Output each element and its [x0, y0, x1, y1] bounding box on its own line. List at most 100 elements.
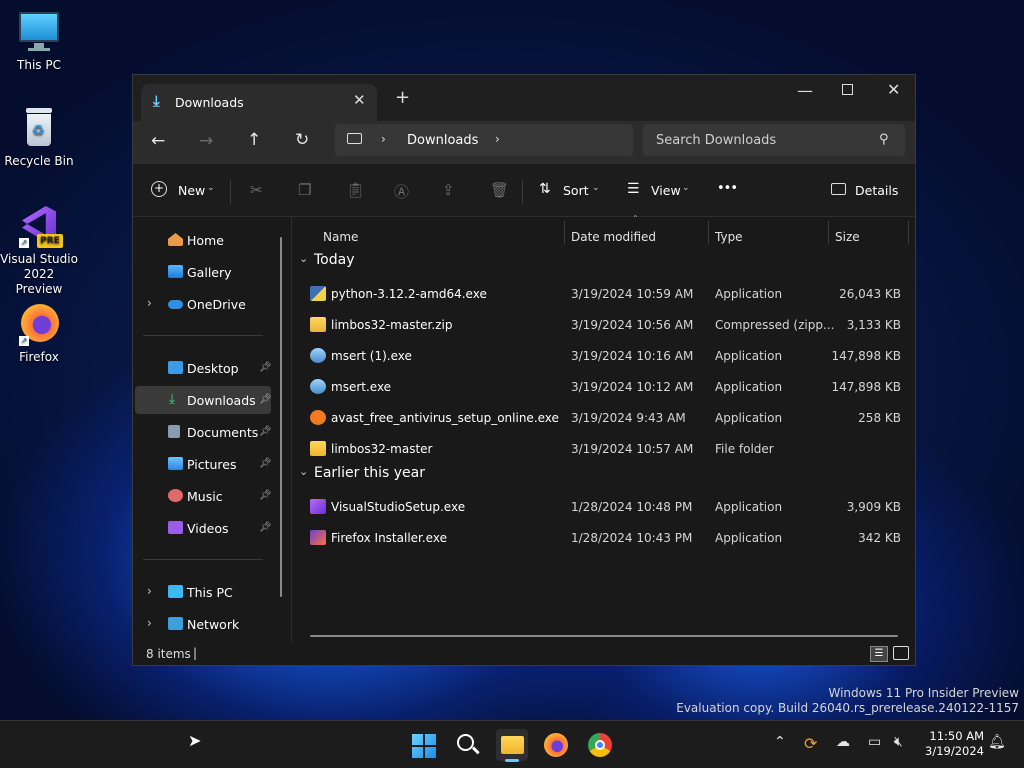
close-window-button[interactable]: ✕: [887, 80, 900, 99]
forward-arrow-icon[interactable]: →: [199, 131, 213, 151]
pin-icon[interactable]: 📌︎: [259, 394, 272, 405]
file-explorer-button[interactable]: [496, 729, 528, 762]
volume-muted-icon[interactable]: 🔇︎: [894, 734, 903, 750]
copy-icon[interactable]: ❐: [298, 181, 311, 199]
home-icon: [168, 233, 183, 246]
nav-scrollbar[interactable]: [280, 237, 282, 597]
pin-icon[interactable]: 📌︎: [259, 362, 272, 373]
nav-item-videos[interactable]: Videos 📌︎: [135, 514, 272, 542]
column-header-type[interactable]: Type: [715, 230, 743, 244]
firefox-taskbar-button[interactable]: [540, 729, 572, 761]
nav-item-downloads[interactable]: ⤓ Downloads 📌︎: [135, 386, 272, 414]
group-header-today[interactable]: ⌄ Today: [292, 251, 592, 271]
nav-item-documents[interactable]: Documents 📌︎: [135, 418, 272, 446]
file-row[interactable]: msert.exe 3/19/2024 10:12 AM Application 14…: [292, 372, 915, 402]
search-button[interactable]: [452, 729, 484, 761]
file-row[interactable]: python-3.12.2-amd64.exe 3/19/2024 10:59 A…: [292, 279, 915, 309]
chevron-down-icon: ⌄: [592, 183, 600, 193]
group-header-earlier[interactable]: ⌄ Earlier this year: [292, 464, 592, 484]
rename-icon[interactable]: Ⓐ: [394, 181, 409, 202]
sort-button[interactable]: ⇅ Sort ⌄: [539, 181, 609, 201]
tiles-view-icon[interactable]: [893, 646, 909, 660]
back-arrow-icon[interactable]: ←: [151, 131, 165, 151]
up-arrow-icon[interactable]: ↑: [247, 130, 261, 150]
clock[interactable]: 11:50 AM 3/19/2024: [922, 729, 984, 759]
chrome-taskbar-button[interactable]: [584, 729, 616, 761]
expand-chevron-icon[interactable]: ›: [147, 616, 152, 630]
delete-icon[interactable]: 🗑︎: [490, 181, 509, 199]
pin-icon[interactable]: 📌︎: [259, 426, 272, 437]
update-sync-icon[interactable]: ⟳: [804, 734, 817, 753]
chevron-right-icon[interactable]: ›: [495, 132, 500, 146]
show-hidden-icons-chevron-icon[interactable]: ⌃: [774, 734, 786, 750]
search-input[interactable]: Search Downloads: [656, 133, 776, 148]
details-pane-button[interactable]: Details: [831, 181, 901, 201]
file-size: 3,909 KB: [846, 500, 901, 514]
minimize-button[interactable]: —: [797, 81, 813, 100]
column-header-date[interactable]: Date modified: [571, 230, 656, 244]
file-row[interactable]: limbos32-master.zip 3/19/2024 10:56 AM Com…: [292, 310, 915, 340]
column-header-size[interactable]: Size: [835, 230, 860, 244]
plus-circle-icon: +: [151, 181, 167, 197]
file-date: 3/19/2024 10:57 AM: [571, 442, 694, 456]
expand-chevron-icon[interactable]: ›: [147, 584, 152, 598]
download-arrow-icon: ⤓: [153, 92, 160, 110]
file-row[interactable]: VisualStudioSetup.exe 1/28/2024 10:48 PM A…: [292, 492, 915, 522]
file-date: 3/19/2024 10:16 AM: [571, 349, 694, 363]
cut-icon[interactable]: ✂: [250, 181, 263, 199]
search-box[interactable]: Search Downloads ⚲: [643, 124, 905, 156]
nav-item-onedrive[interactable]: › OneDrive: [135, 290, 271, 318]
expand-chevron-icon[interactable]: ›: [147, 296, 152, 310]
tab-title: Downloads: [175, 95, 244, 110]
paste-icon[interactable]: 📋︎: [346, 181, 365, 199]
details-view-icon[interactable]: ☰: [870, 646, 888, 662]
file-row[interactable]: Firefox Installer.exe 1/28/2024 10:43 PM A…: [292, 523, 915, 553]
file-row[interactable]: avast_free_antivirus_setup_online.exe 3/1…: [292, 403, 915, 433]
folder-icon: [310, 441, 326, 456]
notification-bell-icon[interactable]: 🔔︎: [988, 734, 1006, 750]
network-status-icon[interactable]: ▭: [868, 734, 881, 750]
nav-item-pictures[interactable]: Pictures 📌︎: [135, 450, 272, 478]
horizontal-scrollbar[interactable]: [310, 635, 898, 637]
nav-item-music[interactable]: Music 📌︎: [135, 482, 272, 510]
file-date: 1/28/2024 10:43 PM: [571, 531, 693, 545]
msert-icon: [310, 379, 326, 394]
file-row[interactable]: limbos32-master 3/19/2024 10:57 AM File fo…: [292, 434, 915, 464]
nav-item-home[interactable]: Home: [135, 226, 271, 254]
column-header-name[interactable]: Name: [323, 230, 358, 244]
tab-downloads[interactable]: ⤓ Downloads ✕: [141, 84, 377, 121]
cloud-offline-icon[interactable]: ☁: [836, 734, 850, 750]
search-icon[interactable]: ⚲: [879, 132, 889, 147]
more-options-button[interactable]: •••: [717, 181, 738, 196]
new-tab-button[interactable]: +: [395, 87, 410, 108]
title-bar[interactable]: ⤓ Downloads ✕ + — ✕: [133, 75, 915, 121]
refresh-icon[interactable]: ↻: [295, 130, 309, 150]
nav-item-gallery[interactable]: Gallery: [135, 258, 271, 286]
desktop-icon-recycle-bin[interactable]: ♻ Recycle Bin: [0, 106, 78, 168]
maximize-button[interactable]: [842, 84, 853, 95]
desktop-icon-firefox[interactable]: ↗ Firefox: [0, 302, 78, 364]
view-list-icon: ☰: [627, 181, 640, 197]
details-label: Details: [855, 183, 899, 198]
close-tab-icon[interactable]: ✕: [353, 91, 366, 109]
file-row[interactable]: msert (1).exe 3/19/2024 10:16 AM Applicati…: [292, 341, 915, 371]
pin-icon[interactable]: 📌︎: [259, 458, 272, 469]
file-size: 26,043 KB: [839, 287, 901, 301]
firefox-icon: ↗: [17, 302, 61, 346]
nav-item-network[interactable]: › Network: [135, 610, 271, 638]
desktop-icon-visual-studio[interactable]: PRE ↗ Visual Studio 2022 Preview: [0, 204, 78, 297]
watermark-edition: Windows 11 Pro Insider Preview: [828, 686, 1019, 700]
start-button[interactable]: [408, 729, 440, 761]
file-type: File folder: [715, 442, 774, 456]
breadcrumb-downloads[interactable]: Downloads: [407, 133, 478, 148]
nav-item-this-pc[interactable]: › This PC: [135, 578, 271, 606]
nav-item-desktop[interactable]: Desktop 📌︎: [135, 354, 272, 382]
desktop-icon-this-pc[interactable]: This PC: [0, 10, 78, 72]
view-button[interactable]: ☰ View ⌄: [627, 181, 697, 201]
pin-icon[interactable]: 📌︎: [259, 522, 272, 533]
monitor-icon: [17, 10, 61, 54]
pin-icon[interactable]: 📌︎: [259, 490, 272, 501]
share-icon[interactable]: ⇪: [442, 181, 455, 199]
desktop-icon-label: Visual Studio 2022 Preview: [0, 252, 78, 296]
address-box[interactable]: › Downloads ›: [335, 124, 633, 156]
